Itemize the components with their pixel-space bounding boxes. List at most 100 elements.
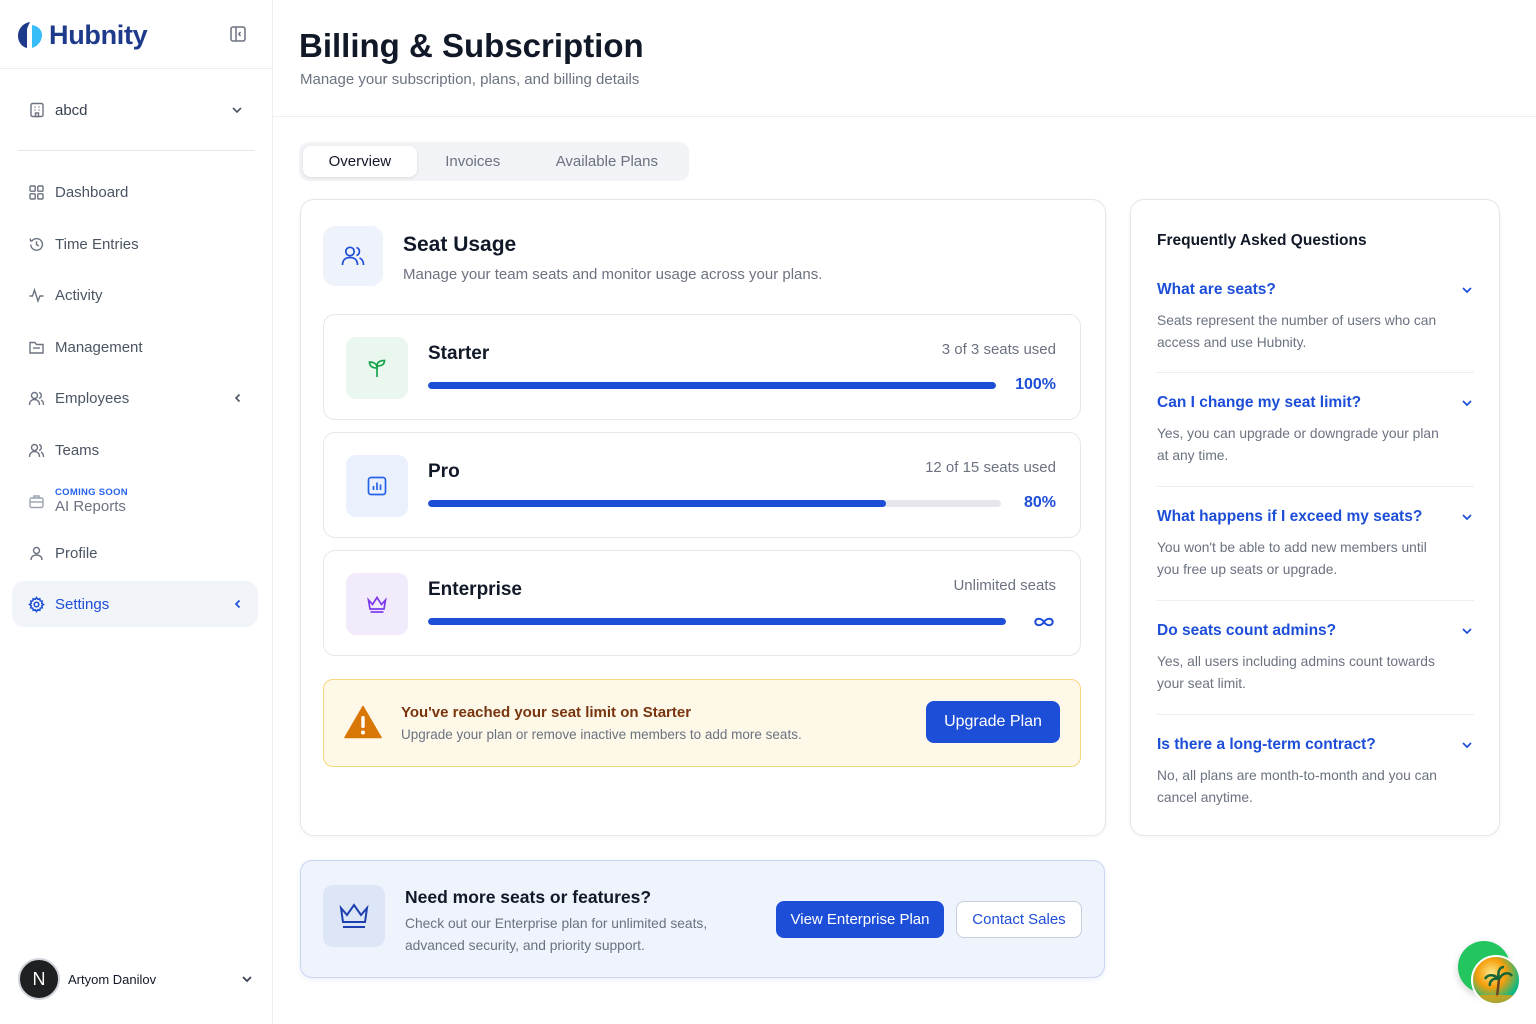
user-name: Artyom Danilov xyxy=(68,971,157,987)
progress-bar xyxy=(428,618,1006,625)
sidebar-item-label: Teams xyxy=(55,441,100,459)
plan-row-enterprise: Enterprise Unlimited seats xyxy=(323,550,1081,656)
enterprise-promo-card: Need more seats or features? Check out o… xyxy=(300,860,1105,978)
user-menu[interactable]: N Artyom Danilov xyxy=(18,958,254,1000)
faq-question: Can I change my seat limit? xyxy=(1157,394,1362,411)
chevron-down-icon xyxy=(230,103,244,117)
sidebar-item-label: Employees xyxy=(55,389,130,407)
grid-icon xyxy=(28,184,45,201)
faq-question: Is there a long-term contract? xyxy=(1157,736,1376,753)
chevron-down-icon xyxy=(1460,396,1474,410)
faq-divider xyxy=(1157,600,1474,601)
contact-sales-button[interactable]: Contact Sales xyxy=(956,901,1082,938)
chat-agent-avatar[interactable] xyxy=(1471,955,1521,1005)
plan-name: Starter xyxy=(428,343,490,364)
page-title: Billing & Subscription xyxy=(299,27,644,64)
plan-icon-box xyxy=(346,337,408,399)
progress-bar-fill xyxy=(428,382,996,389)
chevron-left-icon xyxy=(232,598,244,610)
tab-bar: Overview Invoices Available Plans xyxy=(299,142,689,181)
chevron-down-icon xyxy=(1460,624,1474,638)
sidebar-item-management[interactable]: Management xyxy=(12,324,258,370)
sidebar-collapse-icon[interactable] xyxy=(229,25,247,43)
tab-invoices[interactable]: Invoices xyxy=(421,146,525,177)
sidebar-item-label: Activity xyxy=(55,286,103,304)
sidebar-item-settings[interactable]: Settings xyxy=(12,581,258,627)
sprout-icon xyxy=(365,356,389,380)
sidebar-item-time-entries[interactable]: Time Entries xyxy=(12,221,258,267)
folder-icon xyxy=(28,339,45,356)
faq-divider xyxy=(1157,714,1474,715)
workspace-switcher[interactable]: abcd xyxy=(28,96,244,124)
upgrade-plan-button[interactable]: Upgrade Plan xyxy=(926,701,1060,743)
coming-soon-badge: COMING SOON xyxy=(55,487,128,498)
sidebar-item-label: Management xyxy=(55,338,143,356)
header-divider xyxy=(273,116,1536,117)
alert-description: Upgrade your plan or remove inactive mem… xyxy=(401,727,802,742)
palm-tree-icon xyxy=(1473,965,1519,1003)
faq-question-toggle[interactable]: Do seats count admins? xyxy=(1157,620,1474,642)
faq-question-toggle[interactable]: Is there a long-term contract? xyxy=(1157,734,1474,756)
faq-answer: Yes, you can upgrade or downgrade your p… xyxy=(1157,426,1439,463)
sidebar-item-ai-reports[interactable]: COMING SOON AI Reports xyxy=(12,478,258,524)
faq-answer: You won't be able to add new members unt… xyxy=(1157,540,1427,577)
faq-item: Can I change my seat limit? Yes, you can… xyxy=(1157,392,1474,467)
plan-name: Enterprise xyxy=(428,579,522,600)
sidebar-item-teams[interactable]: Teams xyxy=(12,427,258,473)
plan-usage-text: Unlimited seats xyxy=(953,577,1056,594)
faq-divider xyxy=(1157,372,1474,373)
users-icon xyxy=(340,243,366,269)
faq-question-toggle[interactable]: What happens if I exceed my seats? xyxy=(1157,506,1474,528)
faq-item: What happens if I exceed my seats? You w… xyxy=(1157,506,1474,581)
sidebar-divider xyxy=(18,150,255,151)
progress-bar xyxy=(428,382,996,389)
faq-question-toggle[interactable]: Can I change my seat limit? xyxy=(1157,392,1474,414)
faq-question-toggle[interactable]: What are seats? xyxy=(1157,279,1474,301)
infinity-icon xyxy=(1032,615,1056,629)
plan-icon-box xyxy=(346,455,408,517)
faq-heading: Frequently Asked Questions xyxy=(1157,232,1367,249)
promo-title: Need more seats or features? xyxy=(405,887,652,907)
users-icon xyxy=(28,442,45,459)
faq-divider xyxy=(1157,486,1474,487)
sidebar-item-dashboard[interactable]: Dashboard xyxy=(12,169,258,215)
activity-icon xyxy=(28,287,45,304)
history-clock-icon xyxy=(28,236,45,253)
seat-limit-alert: You've reached your seat limit on Starte… xyxy=(323,679,1081,767)
page-subtitle: Manage your subscription, plans, and bil… xyxy=(300,71,640,88)
sidebar-item-activity[interactable]: Activity xyxy=(12,272,258,318)
briefcase-icon xyxy=(28,493,45,510)
sidebar-item-employees[interactable]: Employees xyxy=(12,375,258,421)
progress-bar-fill xyxy=(428,500,887,507)
faq-answer: No, all plans are month-to-month and you… xyxy=(1157,768,1437,805)
brand-logo[interactable]: Hubnity xyxy=(17,18,148,52)
seat-usage-title: Seat Usage xyxy=(403,233,517,256)
brand-name: Hubnity xyxy=(49,19,148,50)
faq-answer: Yes, all users including admins count to… xyxy=(1157,654,1435,691)
faq-question: Do seats count admins? xyxy=(1157,622,1337,639)
user-icon xyxy=(28,545,45,562)
plan-row-starter: Starter 3 of 3 seats used 100% xyxy=(323,314,1081,420)
workspace-name: abcd xyxy=(55,101,88,119)
crown-icon xyxy=(338,902,370,930)
alert-title: You've reached your seat limit on Starte… xyxy=(401,704,692,721)
chevron-down-icon xyxy=(1460,510,1474,524)
sidebar-item-label: AI Reports xyxy=(55,498,126,515)
hubnity-logo-icon xyxy=(17,21,43,49)
faq-item: What are seats? Seats represent the numb… xyxy=(1157,279,1474,354)
plan-name: Pro xyxy=(428,461,460,482)
view-enterprise-plan-button[interactable]: View Enterprise Plan xyxy=(776,901,944,938)
sidebar-item-label: Time Entries xyxy=(55,235,139,253)
sidebar: Hubnity abcd Dashboard Time Entries Acti… xyxy=(0,0,273,1024)
plan-percent: 80% xyxy=(1023,494,1056,511)
users-icon xyxy=(28,390,45,407)
chevron-down-icon xyxy=(1460,283,1474,297)
sidebar-item-label: Dashboard xyxy=(55,183,129,201)
sidebar-item-profile[interactable]: Profile xyxy=(12,530,258,576)
seat-usage-icon-box xyxy=(323,226,383,286)
seat-usage-description: Manage your team seats and monitor usage… xyxy=(403,266,823,283)
tab-available-plans[interactable]: Available Plans xyxy=(529,146,685,177)
chevron-down-icon xyxy=(240,972,254,986)
tab-overview[interactable]: Overview xyxy=(303,146,417,177)
building-icon xyxy=(28,101,46,119)
